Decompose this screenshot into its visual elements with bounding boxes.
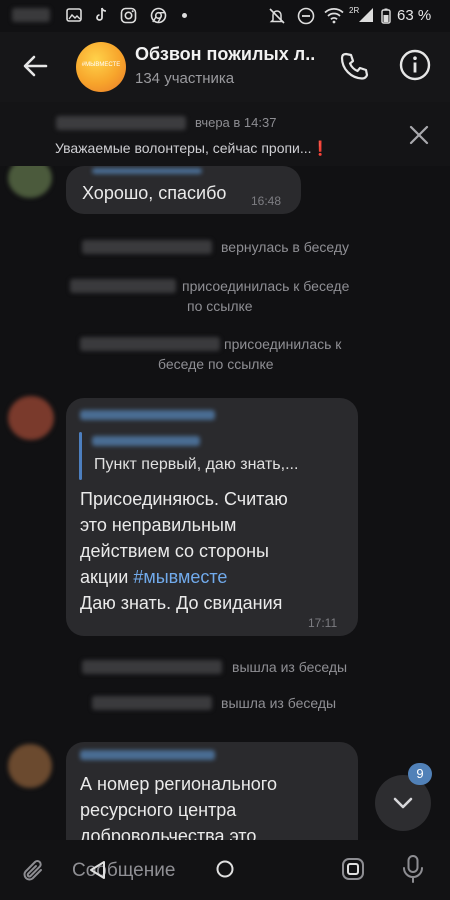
avatar[interactable] — [8, 166, 52, 198]
message-line: А номер регионального — [80, 774, 277, 794]
notification-placeholder — [12, 8, 50, 26]
system-message: присоединилась к — [224, 336, 342, 352]
unread-count-badge: 9 — [408, 763, 432, 785]
message-time: 16:48 — [251, 194, 282, 208]
reply-author — [92, 436, 200, 446]
message-bubble[interactable]: А номер регионального ресурсного центра … — [66, 742, 358, 840]
message-line: Присоединяюсь. Считаю — [80, 489, 288, 509]
avatar-label: #МЫВМЕСТЕ — [81, 62, 121, 68]
message-line: это неправильным — [80, 515, 237, 535]
chrome-icon — [150, 7, 167, 24]
participants-count[interactable]: 134 участника — [135, 70, 234, 87]
reply-quote-bar — [79, 432, 82, 480]
instagram-icon — [120, 7, 137, 24]
message-text: Присоединяюсь. Считаю это неправильным д… — [80, 486, 288, 616]
chat-header: #МЫВМЕСТЕ Обзвон пожилых л.. 134 участни… — [0, 32, 450, 102]
pinned-mark: ❗ — [311, 140, 329, 156]
message-text: Хорошо, спасибо — [82, 183, 227, 203]
message-composer: Сообщение — [0, 840, 450, 900]
pinned-author — [56, 116, 186, 130]
blurred-username — [80, 337, 220, 351]
attach-icon[interactable] — [20, 857, 48, 885]
system-message-cont: по ссылке — [187, 298, 253, 314]
message-line: действием со стороны — [80, 541, 269, 561]
blurred-username — [82, 240, 212, 254]
battery-level: 63 % — [397, 7, 432, 24]
message-text: А номер регионального ресурсного центра … — [80, 771, 277, 840]
message-bubble[interactable]: Пункт первый, даю знать,... Присоединяюс… — [66, 398, 358, 636]
dnd-icon — [297, 7, 315, 25]
blurred-username — [82, 660, 222, 674]
chat-title[interactable]: Обзвон пожилых л.. — [135, 44, 315, 65]
close-icon[interactable] — [408, 124, 430, 146]
reply-quote-text: Пункт первый, даю знать,... — [94, 456, 299, 473]
message-line-start: акции — [80, 567, 134, 587]
system-message: вышла из беседы — [221, 695, 337, 711]
mute-icon — [269, 8, 285, 24]
message-line: акции #мывместе — [80, 564, 288, 590]
chat-avatar[interactable]: #МЫВМЕСТЕ — [76, 42, 126, 92]
nav-back-icon[interactable] — [86, 858, 110, 882]
microphone-icon[interactable] — [400, 854, 426, 884]
system-message: вышла из беседы — [232, 659, 348, 675]
battery-icon — [381, 8, 391, 24]
info-icon[interactable] — [398, 48, 432, 82]
system-message: вернулась в беседу — [221, 239, 350, 255]
sender-name — [80, 750, 215, 760]
message-time: 17:11 — [308, 616, 338, 630]
blurred-username — [92, 696, 212, 710]
message-line: ресурсного центра — [80, 800, 237, 820]
sender-name — [80, 410, 215, 420]
avatar[interactable] — [8, 744, 52, 788]
avatar[interactable] — [8, 396, 54, 440]
pinned-message[interactable]: вчера в 14:37 Уважаемые волонтеры, сейча… — [0, 102, 450, 166]
sticker-icon[interactable] — [340, 856, 366, 882]
pinned-time: вчера в 14:37 — [195, 115, 277, 130]
phone-call-icon[interactable] — [338, 50, 370, 82]
system-message: присоединилась к беседе — [182, 278, 350, 294]
wifi-icon — [324, 8, 344, 24]
gallery-icon — [66, 8, 82, 22]
back-arrow-icon[interactable] — [18, 48, 54, 84]
message-bubble[interactable]: Хорошо, спасибо 16:48 — [66, 166, 301, 214]
status-bar: 2R 63 % — [0, 0, 450, 32]
hashtag-link[interactable]: #мывместе — [133, 567, 227, 587]
nav-home-icon[interactable] — [214, 858, 236, 880]
message-line: добровольчества это — [80, 826, 257, 840]
signal-icon — [359, 8, 373, 22]
message-feed[interactable]: Хорошо, спасибо 16:48 вернулась в беседу… — [0, 166, 450, 840]
system-message-cont: беседе по ссылке — [158, 356, 274, 372]
tiktok-icon — [96, 7, 107, 21]
pinned-text-body: Уважаемые волонтеры, сейчас пропи... — [55, 140, 312, 156]
pinned-text: Уважаемые волонтеры, сейчас пропи...❗ — [55, 140, 329, 157]
sender-name — [92, 168, 202, 174]
message-line: Даю знать. До свидания — [80, 593, 283, 613]
dot-indicator — [182, 13, 187, 18]
blurred-username — [70, 279, 176, 293]
